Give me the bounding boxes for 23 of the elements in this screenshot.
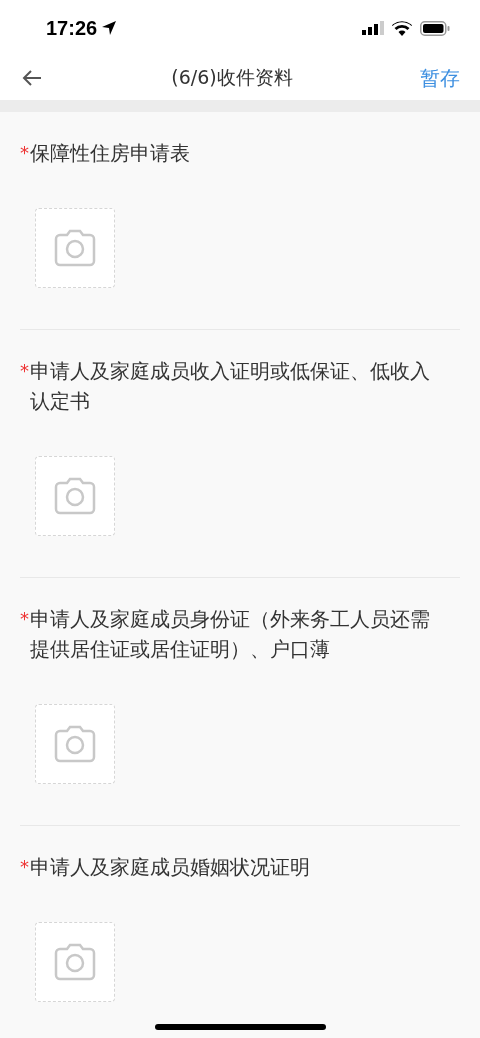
save-draft-button[interactable]: 暂存 xyxy=(420,64,460,92)
photo-upload-button[interactable] xyxy=(35,704,115,784)
photo-upload-button[interactable] xyxy=(35,456,115,536)
battery-icon xyxy=(420,20,450,36)
field-label: 申请人及家庭成员收入证明或低保证、低收入认定书 xyxy=(30,358,431,415)
camera-icon xyxy=(54,725,96,763)
required-mark: * xyxy=(20,359,30,383)
camera-icon xyxy=(54,477,96,515)
required-mark: * xyxy=(20,855,30,879)
camera-icon xyxy=(54,943,96,981)
page-title: (6/6)收件资料 xyxy=(171,65,293,90)
wifi-icon xyxy=(392,20,412,36)
field-label: 保障性住房申请表 xyxy=(30,140,191,167)
required-mark: * xyxy=(20,141,30,165)
location-icon xyxy=(101,20,118,36)
field-label: 申请人及家庭成员身份证（外来务工人员还需提供居住证或居住证明）、户口薄 xyxy=(30,606,431,663)
status-time: 17:26 xyxy=(46,16,98,40)
required-mark: * xyxy=(20,607,30,631)
camera-icon xyxy=(54,229,96,267)
photo-upload-button[interactable] xyxy=(35,922,115,1002)
field-label: 申请人及家庭成员婚姻状况证明 xyxy=(30,854,311,881)
signal-icon xyxy=(362,21,384,35)
photo-upload-button[interactable] xyxy=(35,208,115,288)
